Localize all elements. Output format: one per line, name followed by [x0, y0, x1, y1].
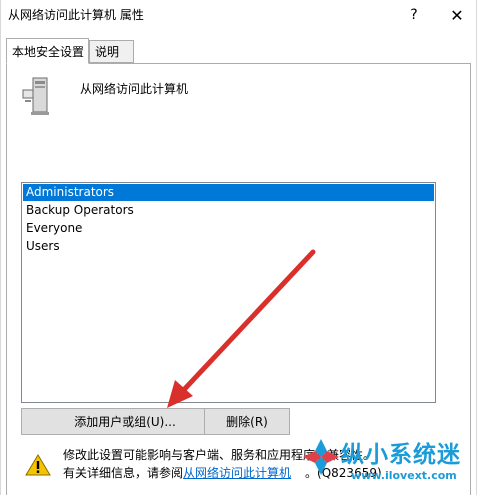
tab-panel: 从网络访问此计算机 Administrators Backup Operator…: [6, 63, 471, 495]
notice-prefix: 有关详细信息，请参阅: [63, 466, 184, 480]
delete-button[interactable]: 删除(R): [204, 408, 290, 435]
properties-window: 从网络访问此计算机 属性 ? ✕ 本地安全设置 说明 从网络访问此计算机 Adm…: [0, 0, 477, 495]
add-user-or-group-button[interactable]: 添加用户或组(U)...: [21, 408, 229, 435]
list-item[interactable]: Users: [23, 238, 434, 255]
computer-tower-icon: [22, 77, 49, 115]
list-item[interactable]: Administrators: [23, 184, 434, 201]
policy-name: 从网络访问此计算机: [80, 82, 189, 96]
watermark-logo-icon: [303, 439, 339, 475]
tab-explain[interactable]: 说明: [89, 40, 134, 63]
watermark-url: www.ilovext.com: [351, 469, 457, 482]
user-group-list[interactable]: Administrators Backup Operators Everyone…: [21, 182, 436, 403]
watermark: 纵小系统迷 www.ilovext.com: [297, 433, 477, 493]
watermark-text: 纵小系统迷: [341, 442, 461, 468]
warning-icon: [25, 454, 51, 476]
policy-help-link[interactable]: 从网络访问此计算机: [183, 466, 291, 480]
list-item[interactable]: Backup Operators: [23, 202, 434, 219]
close-button[interactable]: ✕: [437, 0, 477, 30]
list-item[interactable]: Everyone: [23, 220, 434, 237]
tab-local-security-setting[interactable]: 本地安全设置: [6, 38, 89, 64]
window-title: 从网络访问此计算机 属性: [8, 8, 144, 22]
help-button[interactable]: ?: [394, 0, 434, 30]
title-bar: 从网络访问此计算机 属性 ? ✕: [1, 0, 476, 32]
